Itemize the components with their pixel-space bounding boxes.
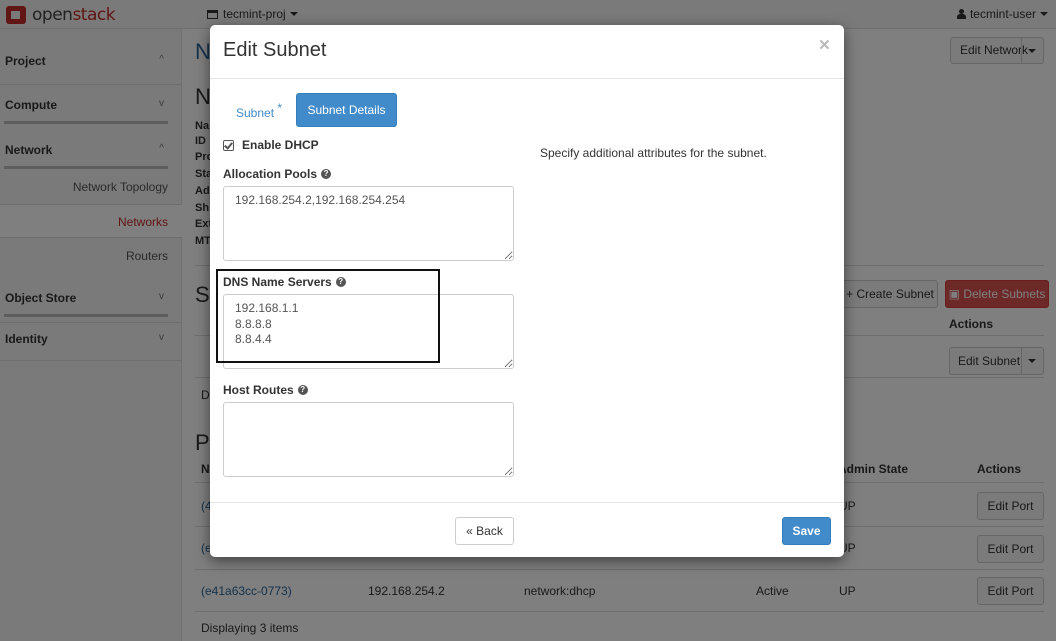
close-icon[interactable]: × [819,35,830,57]
field-label-text: Host Routes [223,383,294,397]
host-routes-textarea[interactable] [223,402,514,477]
help-icon[interactable]: ? [335,277,346,287]
help-icon[interactable]: ? [297,385,308,395]
enable-dhcp-checkbox[interactable]: Enable DHCP [223,138,319,152]
host-routes-label: Host Routes ? [223,383,308,397]
field-label-text: Allocation Pools [223,167,318,181]
help-icon[interactable]: ? [321,169,332,179]
enable-dhcp-label: Enable DHCP [242,138,319,152]
help-description: Specify additional attributes for the su… [540,146,767,160]
required-marker: * [277,101,283,115]
save-button[interactable]: Save [782,517,831,545]
tab-subnet-details[interactable]: Subnet Details [296,93,397,127]
allocation-pools-label: Allocation Pools ? [223,167,332,181]
modal-footer: « Back Save [210,502,844,557]
checkbox-checked-icon[interactable] [223,139,234,151]
allocation-pools-textarea[interactable] [223,186,514,261]
back-button[interactable]: « Back [455,517,514,545]
modal-header: Edit Subnet × [210,25,844,79]
dns-name-servers-textarea[interactable] [223,294,514,369]
tab-subnet[interactable]: Subnet * [236,101,282,120]
dns-name-servers-label: DNS Name Servers ? [223,275,346,289]
field-label-text: DNS Name Servers [223,275,332,289]
tab-subnet-label: Subnet [236,106,275,120]
edit-subnet-modal: Edit Subnet × Subnet * Subnet Details En… [210,25,844,557]
modal-title: Edit Subnet [223,39,327,61]
